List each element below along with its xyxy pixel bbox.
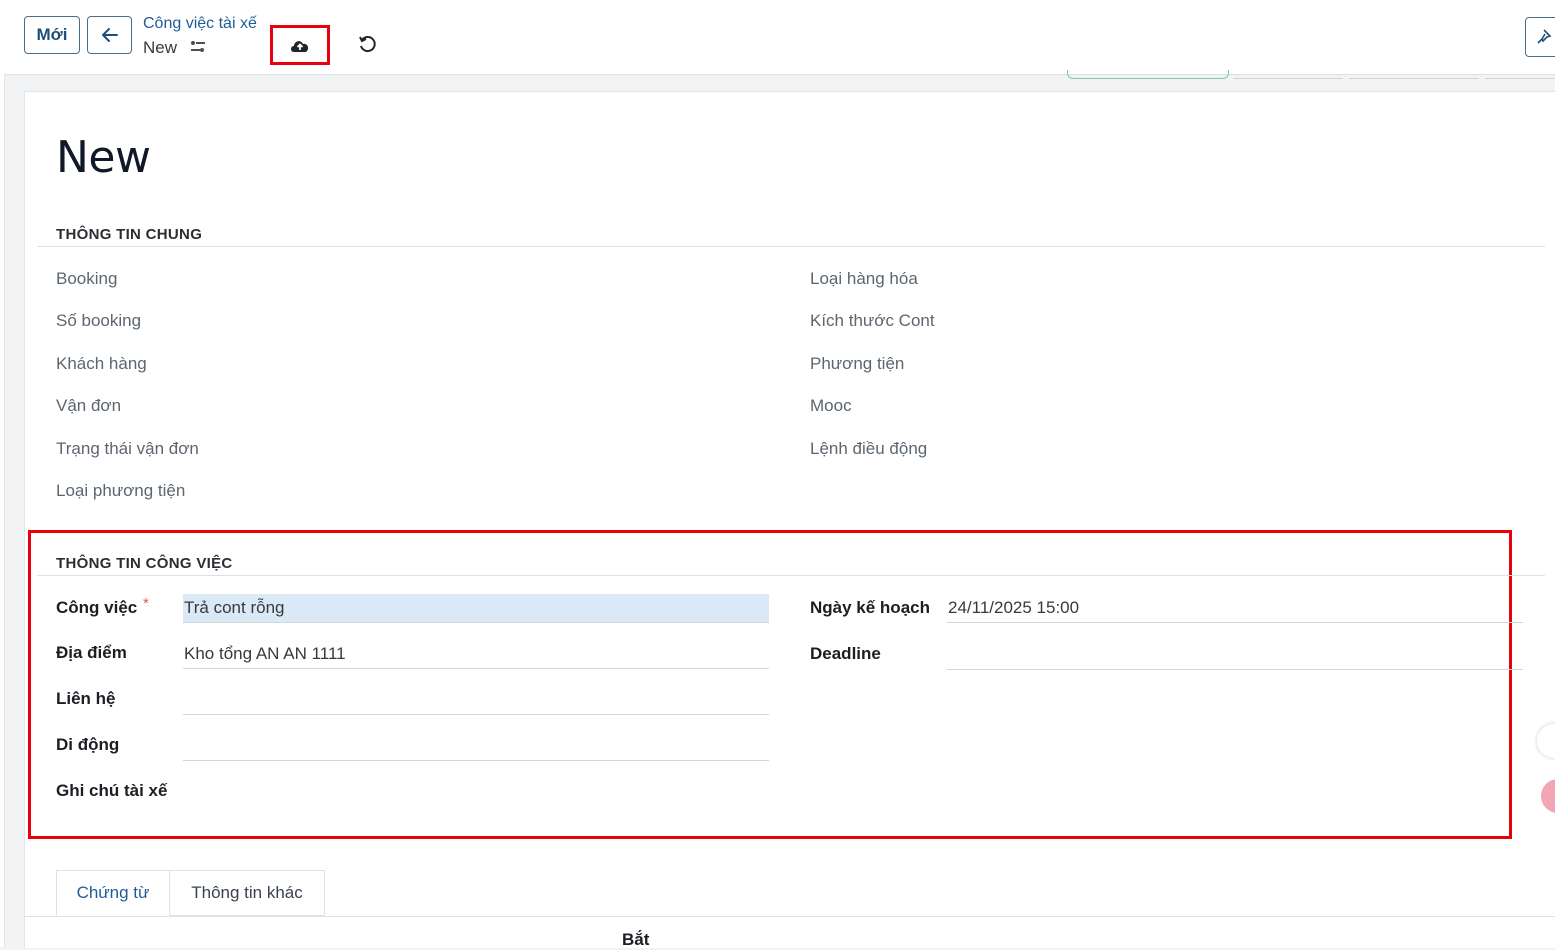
label-so-booking: Số booking	[56, 311, 142, 330]
tab-thong-tin-khac[interactable]: Thông tin khác	[170, 870, 325, 916]
section-job-title: THÔNG TIN CÔNG VIỆC	[56, 555, 233, 572]
cong-viec-field[interactable]: Trả cont rỗng	[183, 594, 769, 623]
label-di-dong: Di động	[56, 735, 120, 754]
di-dong-field[interactable]	[183, 732, 769, 761]
record-title: New	[56, 132, 151, 183]
label-kich-thuoc-cont: Kích thước Cont	[810, 311, 935, 330]
discard-button[interactable]	[357, 34, 379, 61]
lien-he-field[interactable]	[183, 686, 769, 715]
highlight-box	[28, 530, 1512, 839]
save-button[interactable]	[270, 25, 330, 65]
arrow-left-icon	[101, 28, 118, 42]
section-divider	[37, 575, 1545, 576]
dia-diem-field[interactable]: Kho tổng AN AN 1111	[183, 640, 769, 669]
left-edge	[0, 0, 5, 947]
form-sheet: New THÔNG TIN CHUNG Booking Số booking K…	[24, 91, 1555, 950]
label-booking: Booking	[56, 269, 118, 288]
label-ngay-ke-hoach: Ngày kế hoạch	[810, 598, 930, 617]
label-deadline: Deadline	[810, 644, 881, 663]
tab-chung-tu[interactable]: Chứng từ	[56, 870, 170, 916]
label-lenh-dieu-dong: Lệnh điều động	[810, 439, 928, 458]
label-trang-thai-van-don: Trạng thái vận đơn	[56, 439, 199, 458]
ngay-ke-hoach-field[interactable]: 24/11/2025 15:00	[947, 594, 1523, 623]
label-loai-hang-hoa: Loại hàng hóa	[810, 269, 918, 288]
label-phuong-tien: Phương tiện	[810, 354, 905, 373]
pin-button[interactable]	[1525, 17, 1555, 57]
cloud-upload-icon	[291, 41, 309, 52]
control-panel: Mới Công việc tài xế New	[4, 0, 1555, 79]
tabs-divider	[25, 916, 1555, 917]
section-general-title: THÔNG TIN CHUNG	[56, 226, 203, 243]
label-ghi-chu-tai-xe: Ghi chú tài xế	[56, 781, 168, 800]
status-step[interactable]	[1485, 70, 1555, 79]
section-divider	[37, 246, 1545, 247]
undo-icon	[359, 36, 376, 53]
status-step[interactable]	[1349, 70, 1479, 79]
label-van-don: Vận đơn	[56, 396, 122, 415]
back-button[interactable]	[87, 16, 132, 54]
label-lien-he: Liên hệ	[56, 689, 116, 708]
label-khach-hang: Khách hàng	[56, 354, 147, 373]
deadline-field[interactable]	[947, 641, 1523, 670]
status-bar	[1067, 70, 1555, 82]
label-cong-viec: Công việc	[56, 598, 138, 617]
table-column-header[interactable]: Bắt	[622, 930, 649, 950]
label-dia-diem: Địa điểm	[56, 643, 127, 662]
breadcrumb-current: New	[143, 38, 178, 57]
label-mooc: Mooc	[810, 396, 852, 415]
status-step[interactable]	[1233, 70, 1343, 79]
pin-icon	[1537, 29, 1552, 44]
status-step[interactable]	[1067, 70, 1229, 79]
label-loai-phuong-tien: Loại phương tiện	[56, 481, 186, 500]
breadcrumb-parent-link[interactable]: Công việc tài xế	[143, 15, 257, 33]
new-record-button[interactable]: Mới	[24, 16, 80, 54]
required-marker: *	[143, 595, 149, 612]
actions-gear-icon[interactable]	[190, 39, 206, 60]
